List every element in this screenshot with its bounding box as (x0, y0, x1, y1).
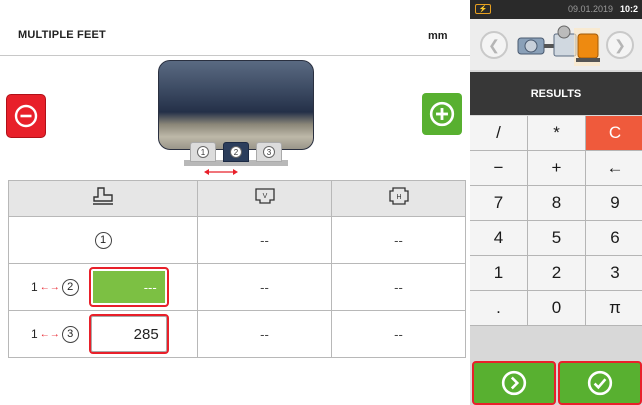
next-step-button[interactable] (472, 361, 556, 405)
key-8[interactable]: 8 (528, 186, 585, 220)
page-title: MULTIPLE FEET (18, 29, 106, 41)
svg-text:H: H (396, 194, 401, 201)
foot-number: 2 (61, 278, 79, 296)
table-header: V H (8, 180, 466, 217)
next-circle-icon (501, 370, 527, 396)
foot-cell: 1 (8, 216, 198, 264)
key-5[interactable]: 5 (528, 221, 585, 255)
distance-input[interactable]: 285 (88, 314, 169, 354)
foot-2-label: 2 (230, 146, 242, 158)
horizontal-value: -- (331, 216, 466, 264)
battery-icon: ⚡ (475, 4, 491, 14)
foot-cell: 1 ←→ 3 285 (8, 310, 198, 358)
foot-2[interactable]: 2 (223, 142, 249, 162)
plus-circle-icon (429, 101, 455, 127)
svg-text:V: V (262, 193, 267, 200)
col-horizontal: H (331, 180, 466, 217)
distance-arrow-icon (204, 169, 238, 175)
key-decimal[interactable]: . (470, 291, 527, 325)
key-4[interactable]: 4 (470, 221, 527, 255)
horizontal-offset-icon: H (388, 187, 409, 205)
horizontal-value: -- (331, 263, 466, 311)
add-foot-button[interactable] (422, 93, 462, 135)
machine-nav: ❮ ❯ (470, 19, 642, 70)
distance-arrow-icon: ←→ (39, 281, 60, 293)
foot-1-label: 1 (197, 146, 209, 158)
check-circle-icon (587, 370, 613, 396)
col-vertical: V (197, 180, 332, 217)
from-foot-number: 1 (31, 280, 38, 294)
table-row: 1 -- -- (8, 216, 466, 264)
vertical-value: -- (197, 263, 332, 311)
measurement-area: MULTIPLE FEET mm 1 2 3 V H 1 -- -- 1 ←→ … (0, 0, 470, 405)
status-time: 10:2 (620, 4, 639, 14)
side-panel: ⚡ 09.01.2019 10:2 ❮ ❯ RESULTS / * C − + … (470, 0, 642, 405)
key-0[interactable]: 0 (528, 291, 585, 325)
previous-button[interactable]: ❮ (480, 31, 508, 59)
chevron-left-icon: ❮ (488, 36, 500, 53)
feet-table: V H 1 -- -- 1 ←→ 2 --- -- -- 1 ←→ 3 285 … (8, 180, 466, 358)
machine-illustration (158, 60, 314, 150)
key-pi[interactable]: π (586, 291, 642, 325)
results-button[interactable]: RESULTS (470, 72, 642, 115)
distance-input[interactable]: --- (88, 267, 169, 307)
key-2[interactable]: 2 (528, 256, 585, 290)
key-9[interactable]: 9 (586, 186, 642, 220)
unit-label: mm (428, 30, 448, 42)
confirm-button[interactable] (558, 361, 642, 405)
remove-foot-button[interactable] (7, 95, 45, 137)
foot-3-label: 3 (263, 146, 275, 158)
horizontal-value: -- (331, 310, 466, 358)
vertical-offset-icon: V (254, 188, 275, 204)
foot-1[interactable]: 1 (190, 142, 216, 162)
table-row: 1 ←→ 3 285 -- -- (8, 310, 466, 358)
minus-circle-icon (14, 104, 38, 128)
key-3[interactable]: 3 (586, 256, 642, 290)
feet-position-icon (93, 187, 113, 205)
key-backspace[interactable]: ← (586, 151, 642, 185)
key-plus[interactable]: + (528, 151, 585, 185)
key-1[interactable]: 1 (470, 256, 527, 290)
key-clear[interactable]: C (586, 116, 642, 150)
col-foot-position (8, 180, 198, 217)
key-minus[interactable]: − (470, 151, 527, 185)
header-divider (0, 55, 470, 56)
key-multiply[interactable]: * (528, 116, 585, 150)
chevron-right-icon: ❯ (614, 36, 626, 53)
vertical-value: -- (197, 216, 332, 264)
key-6[interactable]: 6 (586, 221, 642, 255)
key-divide[interactable]: / (470, 116, 527, 150)
status-bar: ⚡ 09.01.2019 10:2 (470, 0, 642, 19)
next-button[interactable]: ❯ (606, 31, 634, 59)
machine-train-icon[interactable] (514, 22, 602, 67)
foot-cell: 1 ←→ 2 --- (8, 263, 198, 311)
foot-number: 1 (94, 231, 112, 249)
status-date: 09.01.2019 (568, 4, 614, 14)
numeric-keypad: / * C − + ← 7 8 9 4 5 6 1 2 3 . 0 π (470, 116, 642, 326)
foot-number: 3 (61, 325, 79, 343)
from-foot-number: 1 (31, 327, 38, 341)
vertical-value: -- (197, 310, 332, 358)
key-7[interactable]: 7 (470, 186, 527, 220)
foot-3[interactable]: 3 (256, 142, 282, 162)
table-row: 1 ←→ 2 --- -- -- (8, 263, 466, 311)
distance-arrow-icon: ←→ (39, 328, 60, 340)
